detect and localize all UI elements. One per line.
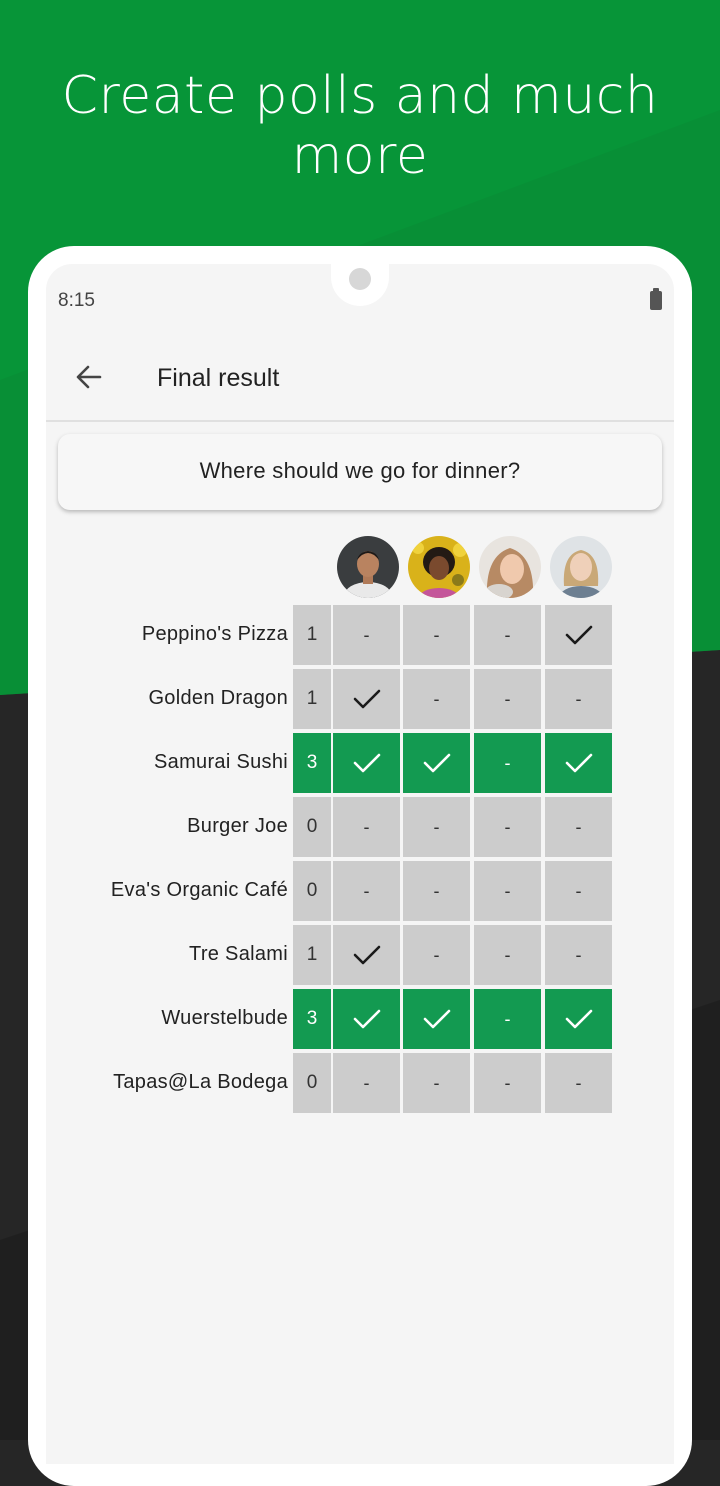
vote-check-icon[interactable] — [333, 989, 400, 1049]
poll-question-card: Where should we go for dinner? — [58, 434, 662, 510]
poll-question: Where should we go for dinner? — [199, 458, 521, 483]
vote-count: 1 — [293, 605, 331, 665]
vote-empty-cell[interactable]: - — [333, 861, 400, 921]
vote-check-icon[interactable] — [333, 669, 400, 729]
option-label: Samurai Sushi — [154, 751, 288, 773]
vote-check-icon[interactable] — [403, 733, 470, 793]
vote-empty-cell[interactable]: - — [474, 989, 541, 1049]
vote-empty-cell[interactable]: - — [545, 669, 612, 729]
vote-empty-cell[interactable]: - — [403, 1053, 470, 1113]
arrow-back-icon[interactable] — [74, 362, 104, 392]
vote-empty-cell[interactable]: - — [474, 733, 541, 793]
app-bar-divider — [46, 420, 674, 422]
vote-empty-cell[interactable]: - — [474, 1053, 541, 1113]
option-label: Tapas@La Bodega — [113, 1071, 288, 1093]
vote-empty-cell[interactable]: - — [474, 925, 541, 985]
vote-empty-cell[interactable]: - — [333, 605, 400, 665]
vote-check-icon[interactable] — [545, 733, 612, 793]
participant-avatar-4[interactable] — [550, 536, 612, 598]
participant-avatar-1[interactable] — [337, 536, 399, 598]
vote-check-icon[interactable] — [545, 605, 612, 665]
vote-empty-cell[interactable]: - — [545, 1053, 612, 1113]
option-row: Tre Salami 1- - - — [46, 925, 674, 985]
battery-icon — [650, 288, 662, 310]
option-row: Samurai Sushi 3 - — [46, 733, 674, 793]
app-screen: 8:15 Final result Where should we go for… — [46, 264, 674, 1464]
participant-avatar-3[interactable] — [479, 536, 541, 598]
status-time: 8:15 — [58, 290, 95, 311]
option-row: Tapas@La Bodega 0- - - - — [46, 1053, 674, 1113]
vote-empty-cell[interactable]: - — [474, 669, 541, 729]
vote-count: 0 — [293, 1053, 331, 1113]
vote-count: 0 — [293, 861, 331, 921]
option-row: Burger Joe 0- - - - — [46, 797, 674, 857]
option-label: Eva's Organic Café — [110, 879, 288, 901]
option-row: Eva's Organic Café 0- - - - — [46, 861, 674, 921]
option-row: Golden Dragon 1- - - — [46, 669, 674, 729]
option-label: Golden Dragon — [148, 687, 288, 709]
vote-check-icon[interactable] — [333, 925, 400, 985]
vote-empty-cell[interactable]: - — [333, 1053, 400, 1113]
option-label: Peppino's Pizza — [141, 623, 288, 645]
vote-check-icon[interactable] — [545, 989, 612, 1049]
camera-icon — [349, 268, 371, 290]
option-label: Burger Joe — [187, 815, 288, 837]
vote-count: 1 — [293, 925, 331, 985]
vote-empty-cell[interactable]: - — [474, 605, 541, 665]
vote-count: 1 — [293, 669, 331, 729]
vote-empty-cell[interactable]: - — [403, 925, 470, 985]
vote-count: 3 — [293, 733, 331, 793]
participant-avatar-2[interactable] — [408, 536, 470, 598]
option-label: Tre Salami — [189, 943, 288, 965]
page-title: Final result — [157, 364, 280, 392]
vote-empty-cell[interactable]: - — [474, 861, 541, 921]
vote-empty-cell[interactable]: - — [545, 925, 612, 985]
app-bar: Final result — [46, 344, 674, 420]
vote-empty-cell[interactable]: - — [403, 797, 470, 857]
vote-count: 3 — [293, 989, 331, 1049]
vote-empty-cell[interactable]: - — [545, 861, 612, 921]
option-row: Wuerstelbude 3 - — [46, 989, 674, 1049]
vote-empty-cell[interactable]: - — [403, 861, 470, 921]
vote-empty-cell[interactable]: - — [474, 797, 541, 857]
vote-count: 0 — [293, 797, 331, 857]
vote-empty-cell[interactable]: - — [403, 605, 470, 665]
vote-empty-cell[interactable]: - — [333, 797, 400, 857]
vote-empty-cell[interactable]: - — [403, 669, 470, 729]
vote-check-icon[interactable] — [333, 733, 400, 793]
option-row: Peppino's Pizza 1- - - — [46, 605, 674, 665]
vote-check-icon[interactable] — [403, 989, 470, 1049]
option-label: Wuerstelbude — [161, 1007, 288, 1029]
vote-empty-cell[interactable]: - — [545, 797, 612, 857]
promo-headline: Create polls and much more — [61, 66, 659, 186]
